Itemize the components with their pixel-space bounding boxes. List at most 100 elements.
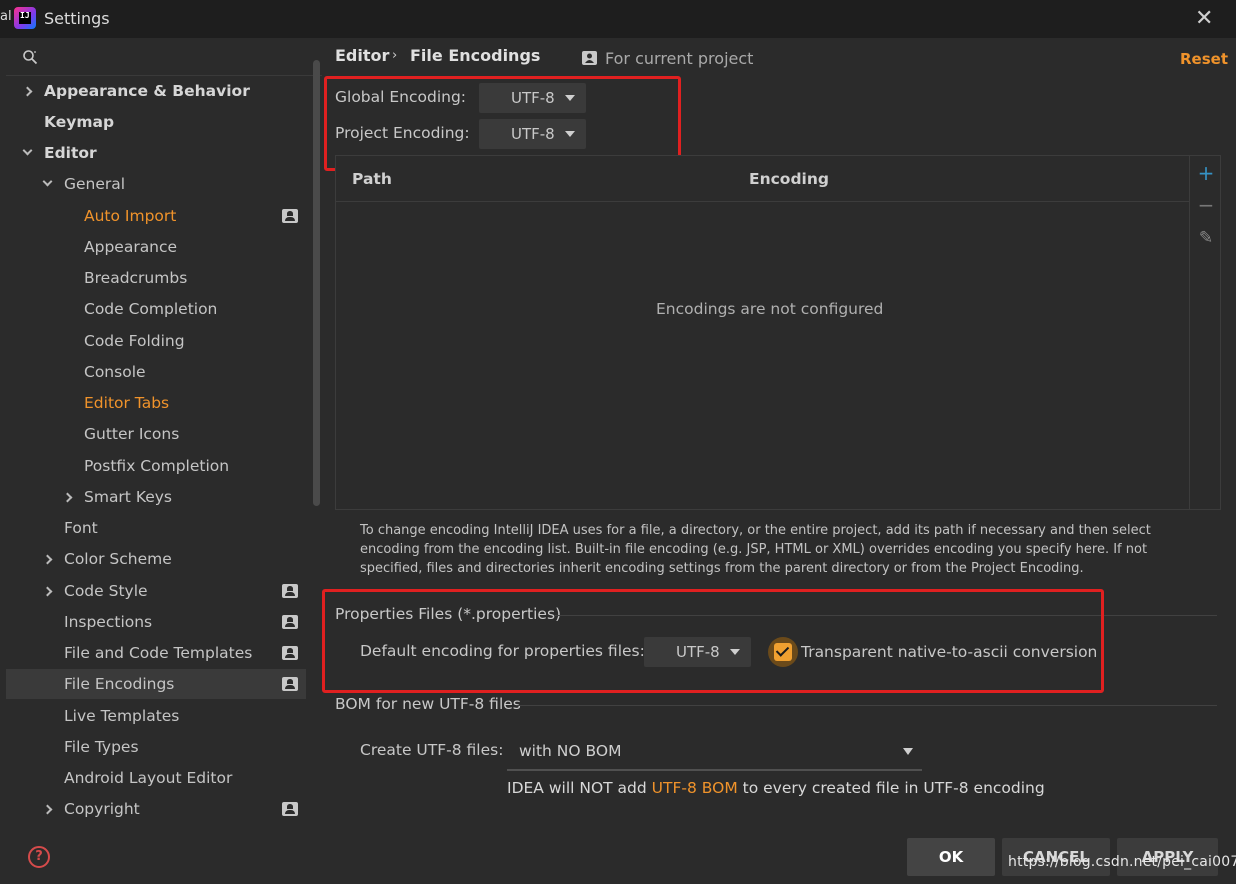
section-divider: [516, 705, 1217, 706]
breadcrumb-file-encodings: File Encodings: [410, 46, 541, 65]
ok-button[interactable]: OK: [907, 838, 995, 876]
table-header: Path Encoding: [336, 156, 1189, 202]
sidebar-item-label: Appearance: [84, 238, 178, 256]
settings-sidebar: Appearance & Behavior Keymap Editor General…: [6, 38, 322, 884]
sidebar-item-label: Live Templates: [64, 707, 180, 725]
app-icon-text: IJ: [20, 11, 30, 20]
sidebar-item-label: Console: [84, 363, 146, 381]
sidebar-item-label: Auto Import: [84, 207, 177, 225]
sidebar-item-breadcrumbs[interactable]: Breadcrumbs: [6, 263, 306, 293]
project-scope-icon: [282, 646, 298, 660]
sidebar-item-appearance[interactable]: Appearance: [6, 232, 306, 262]
table-empty-text: Encodings are not configured: [656, 300, 884, 318]
create-utf8-label: Create UTF-8 files:: [360, 741, 504, 759]
title-bar: al IJ Settings ✕: [0, 0, 1236, 38]
sidebar-item-label: Color Scheme: [64, 550, 172, 568]
reset-link[interactable]: Reset: [1180, 50, 1228, 68]
sidebar-item-label: General: [64, 175, 126, 193]
sidebar-item-label: File Encodings: [64, 675, 175, 693]
sidebar-item-console[interactable]: Console: [6, 357, 306, 387]
settings-search-input[interactable]: [6, 46, 322, 76]
sidebar-item-gutter-icons[interactable]: Gutter Icons: [6, 419, 306, 449]
edit-icon[interactable]: ✎: [1197, 229, 1215, 247]
sidebar-item-font[interactable]: Font: [6, 513, 306, 543]
sidebar-item-file-and-code-templates[interactable]: File and Code Templates: [6, 638, 306, 668]
chevron-right-icon[interactable]: [42, 804, 53, 815]
encoding-help-text: To change encoding IntelliJ IDEA uses fo…: [360, 523, 1151, 576]
project-scope-icon: [282, 615, 298, 629]
window-title: Settings: [44, 9, 110, 28]
bom-note: IDEA will NOT add UTF-8 BOM to every cre…: [507, 779, 1045, 797]
project-scope-icon: [282, 584, 298, 598]
sidebar-item-label: Code Completion: [84, 300, 218, 318]
chevron-down-icon[interactable]: [42, 176, 53, 187]
close-icon[interactable]: ✕: [1195, 6, 1213, 31]
sidebar-item-label: Code Folding: [84, 332, 185, 350]
sidebar-item-postfix-completion[interactable]: Postfix Completion: [6, 451, 306, 481]
sidebar-item-inspections[interactable]: Inspections: [6, 607, 306, 637]
chevron-right-icon[interactable]: [62, 492, 73, 503]
project-scope-icon: [282, 209, 298, 223]
sidebar-item-label: Gutter Icons: [84, 425, 180, 443]
sidebar-item-smart-keys[interactable]: Smart Keys: [6, 482, 306, 512]
sidebar-item-label: Code Style: [64, 582, 148, 600]
intellij-app-icon: IJ: [14, 7, 36, 29]
sidebar-item-label: Inspections: [64, 613, 153, 631]
dropdown-arrow-icon: [903, 748, 913, 755]
bom-mode-value: with NO BOM: [519, 742, 622, 760]
sidebar-item-code-folding[interactable]: Code Folding: [6, 326, 306, 356]
scope-label: For current project: [605, 49, 754, 68]
utf8-bom-link[interactable]: UTF-8 BOM: [652, 779, 738, 797]
chevron-right-icon[interactable]: [22, 86, 33, 97]
sidebar-item-label: File Types: [64, 738, 139, 756]
breadcrumb-editor[interactable]: Editor: [335, 46, 389, 65]
sidebar-item-label: Smart Keys: [84, 488, 172, 506]
project-scope-icon: [282, 802, 298, 816]
sidebar-item-label: Editor: [44, 144, 97, 162]
sidebar-item-color-scheme[interactable]: Color Scheme: [6, 544, 306, 574]
sidebar-item-copyright[interactable]: Copyright: [6, 794, 306, 824]
sidebar-item-auto-import[interactable]: Auto Import: [6, 201, 306, 231]
bom-note-suffix: to every created file in UTF-8 encoding: [742, 779, 1045, 797]
sidebar-item-label: Keymap: [44, 113, 115, 131]
sidebar-item-label: Copyright: [64, 800, 140, 818]
sidebar-item-file-types[interactable]: File Types: [6, 732, 306, 762]
search-icon: [23, 50, 38, 65]
sidebar-item-general[interactable]: General: [6, 169, 306, 199]
edge-text: al: [0, 9, 12, 24]
chevron-right-icon[interactable]: [42, 586, 53, 597]
sidebar-item-label: Appearance & Behavior: [44, 82, 250, 100]
sidebar-item-label: Android Layout Editor: [64, 769, 233, 787]
sidebar-scrollbar[interactable]: [313, 60, 320, 506]
annotation-box-properties: [322, 589, 1104, 693]
chevron-down-icon[interactable]: [22, 145, 33, 156]
sidebar-item-editor[interactable]: Editor: [6, 138, 306, 168]
sidebar-item-code-completion[interactable]: Code Completion: [6, 294, 306, 324]
project-scope-icon: [282, 677, 298, 691]
column-header-encoding[interactable]: Encoding: [749, 170, 829, 188]
add-icon[interactable]: +: [1197, 163, 1215, 183]
chevron-right-icon[interactable]: [42, 554, 53, 565]
help-icon[interactable]: ?: [28, 846, 50, 868]
sidebar-item-keymap[interactable]: Keymap: [6, 107, 306, 137]
bom-note-prefix: IDEA will NOT add: [507, 779, 647, 797]
sidebar-item-file-encodings[interactable]: File Encodings: [6, 669, 306, 699]
sidebar-item-label: Font: [64, 519, 98, 537]
sidebar-item-label: Postfix Completion: [84, 457, 230, 475]
path-encoding-table[interactable]: Path Encoding Encodings are not configur…: [335, 155, 1190, 510]
bom-mode-dropdown[interactable]: with NO BOM: [507, 735, 922, 771]
remove-icon[interactable]: −: [1197, 195, 1215, 215]
column-header-path[interactable]: Path: [352, 170, 392, 188]
sidebar-item-label: File and Code Templates: [64, 644, 253, 662]
sidebar-item-editor-tabs[interactable]: Editor Tabs: [6, 388, 306, 418]
sidebar-item-label: Editor Tabs: [84, 394, 170, 412]
bom-section-title: BOM for new UTF-8 files: [335, 695, 521, 713]
sidebar-item-appearance-behavior[interactable]: Appearance & Behavior: [6, 76, 306, 106]
sidebar-item-live-templates[interactable]: Live Templates: [6, 701, 306, 731]
project-scope-icon: [582, 51, 597, 65]
watermark-text: https://blog.csdn.net/pei_cai007: [1008, 854, 1236, 870]
sidebar-item-android-layout-editor[interactable]: Android Layout Editor: [6, 763, 306, 793]
sidebar-item-code-style[interactable]: Code Style: [6, 576, 306, 606]
sidebar-item-label: Breadcrumbs: [84, 269, 188, 287]
breadcrumb-separator: ›: [392, 48, 398, 63]
